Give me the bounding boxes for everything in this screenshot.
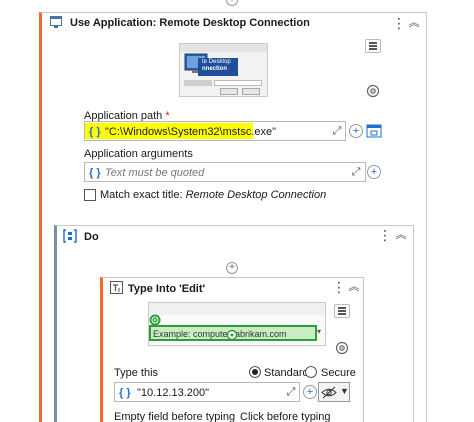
eye-slash-icon — [321, 386, 337, 399]
target-menu-icon[interactable] — [334, 304, 350, 318]
standard-radio-label: Standard — [264, 367, 309, 379]
sequence-icon — [63, 229, 77, 243]
browse-application-icon[interactable] — [366, 123, 382, 139]
type-into-title: Type Into 'Edit' — [128, 283, 206, 295]
target-indicate-icon-2[interactable] — [335, 341, 349, 355]
arguments-expand-icon[interactable]: ⤢ — [350, 166, 362, 178]
do-menu-icon[interactable]: ⋮ — [378, 227, 392, 243]
application-arguments-field[interactable]: { } Text must be quoted ⤢ — [84, 162, 366, 182]
application-path-field[interactable]: { } "C:\Windows\System32\mstsc.exe" ⤢ — [84, 121, 346, 141]
target-example-text: Example: computer.fabrikam.com — [153, 329, 287, 339]
empty-field-before-typing-label: Empty field before typing — [114, 411, 236, 422]
application-icon — [50, 16, 62, 28]
type-this-value: "10.12.13.200" — [137, 387, 210, 399]
type-this-brace-icon: { } — [119, 387, 131, 399]
application-screenshot: te Desktop nnection — [179, 43, 268, 97]
arguments-brace-icon: { } — [89, 167, 101, 179]
use-application-menu-icon[interactable]: ⋮ — [392, 15, 406, 31]
use-application-collapse-icon[interactable]: ︽ — [407, 15, 421, 31]
thumb-text-line1: te Desktop — [202, 59, 231, 65]
standard-radio[interactable] — [249, 366, 261, 378]
type-this-label: Type this — [114, 367, 159, 379]
use-application-title: Use Application: Remote Desktop Connecti… — [70, 17, 310, 29]
match-exact-title-checkbox[interactable] — [84, 189, 96, 201]
expression-brace-icon: { } — [89, 126, 101, 138]
type-this-add-button[interactable]: + — [303, 385, 317, 399]
screenshot-menu-icon[interactable] — [365, 39, 381, 53]
add-activity-icon[interactable]: + — [226, 262, 238, 274]
type-this-expand-icon[interactable]: ⤢ — [285, 386, 297, 398]
target-crosshair-icon — [226, 329, 238, 341]
dropdown-chevron-icon: ▾ — [317, 327, 322, 336]
application-arguments-label: Application arguments — [84, 148, 193, 160]
do-collapse-icon[interactable]: ︽ — [394, 227, 408, 243]
click-before-typing-label: Click before typing — [240, 411, 331, 422]
add-activity-top-icon[interactable]: + — [226, 0, 238, 6]
type-into-collapse-icon[interactable]: ︽ — [347, 279, 361, 295]
secure-radio-label: Secure — [321, 367, 356, 379]
toggle-dropdown-icon: ▼ — [340, 386, 349, 396]
show-hide-toggle[interactable]: ▼ — [318, 382, 350, 402]
application-path-add-button[interactable]: + — [349, 124, 363, 138]
target-indicate-icon[interactable] — [366, 84, 380, 98]
application-arguments-placeholder: Text must be quoted — [105, 167, 205, 179]
type-into-menu-icon[interactable]: ⋮ — [332, 279, 346, 295]
do-title: Do — [84, 231, 99, 243]
application-arguments-add-button[interactable]: + — [367, 165, 381, 179]
expand-editor-icon[interactable]: ⤢ — [331, 125, 343, 137]
match-exact-title-label: Match exact title: Remote Desktop Connec… — [100, 189, 327, 201]
thumb-text-line2: nnection — [202, 66, 227, 72]
application-path-value: "C:\Windows\System32\mstsc.exe" — [105, 126, 277, 138]
anchor-target-icon — [149, 314, 161, 326]
type-this-field[interactable]: { } "10.12.13.200" ⤢ — [114, 382, 300, 402]
type-into-icon — [110, 281, 123, 294]
secure-radio[interactable] — [305, 366, 317, 378]
